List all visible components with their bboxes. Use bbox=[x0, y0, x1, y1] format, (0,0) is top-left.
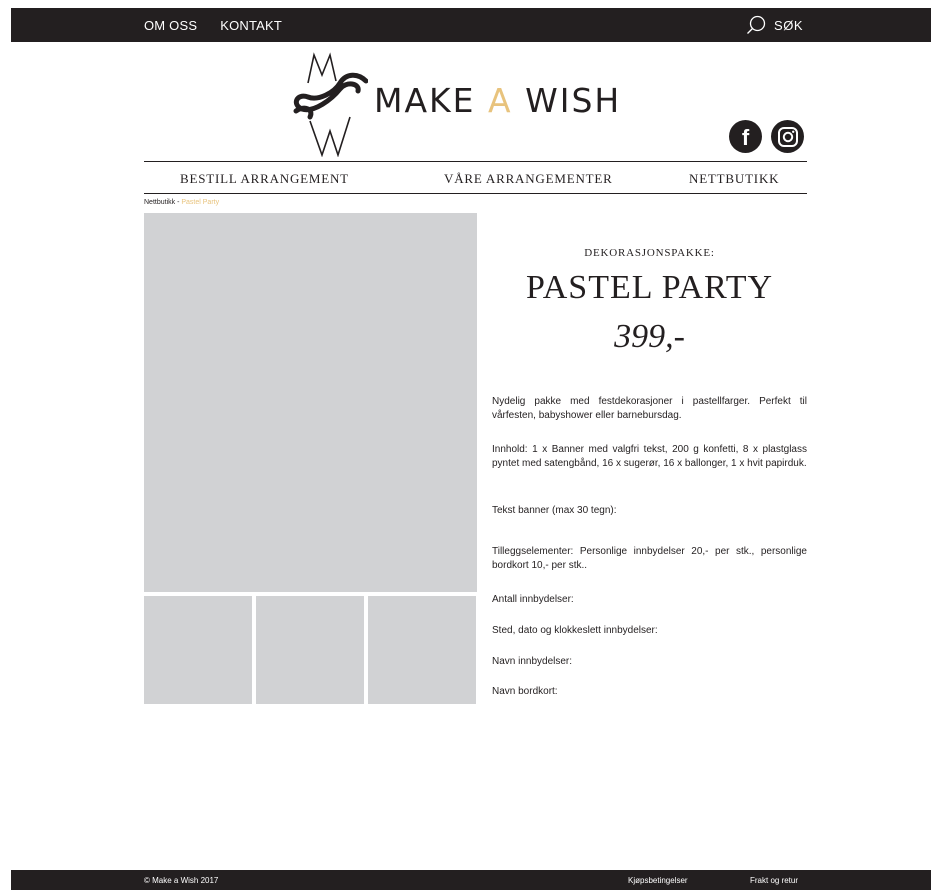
field-navn-innbydelser[interactable]: Navn innbydelser: bbox=[492, 656, 572, 667]
nav-link-om-oss[interactable]: OM OSS bbox=[144, 18, 197, 33]
search-button[interactable]: SØK bbox=[746, 15, 803, 35]
top-bar: OM OSS KONTAKT SØK bbox=[11, 8, 931, 42]
footer-link-frakt-og-retur[interactable]: Frakt og retur bbox=[750, 876, 798, 885]
facebook-icon[interactable]: f bbox=[729, 120, 762, 153]
footer: © Make a Wish 2017 Kjøpsbetingelser Frak… bbox=[11, 870, 931, 890]
footer-link-kjopsbetingelser[interactable]: Kjøpsbetingelser bbox=[628, 876, 688, 885]
top-nav: OM OSS KONTAKT bbox=[144, 18, 282, 33]
banner-text-field[interactable]: Tekst banner (max 30 tegn): bbox=[492, 505, 617, 516]
logo-wordmark: MAKE A WISH bbox=[374, 80, 622, 120]
product-details: DEKORASJONSPAKKE: PASTEL PARTY 399,- bbox=[492, 230, 807, 356]
breadcrumb-current: Pastel Party bbox=[181, 199, 220, 206]
product-thumbnail-3[interactable] bbox=[368, 596, 476, 704]
instagram-icon[interactable] bbox=[771, 120, 804, 153]
main-nav: BESTILL ARRANGEMENT VÅRE ARRANGEMENTER N… bbox=[144, 161, 807, 194]
product-contents: Innhold: 1 x Banner med valgfri tekst, 2… bbox=[492, 444, 807, 469]
product-price: 399,- bbox=[614, 318, 685, 355]
product-main-image[interactable] bbox=[144, 213, 477, 592]
product-thumbnail-1[interactable] bbox=[144, 596, 252, 704]
nav-vare-arrangementer[interactable]: VÅRE ARRANGEMENTER bbox=[444, 171, 613, 187]
product-name: PASTEL PARTY bbox=[525, 269, 774, 306]
breadcrumb-nettbutikk[interactable]: Nettbutikk bbox=[144, 199, 175, 206]
mw-monogram-logo bbox=[293, 52, 368, 157]
nav-nettbutikk[interactable]: NETTBUTIKK bbox=[689, 171, 779, 187]
field-navn-bordkort[interactable]: Navn bordkort: bbox=[492, 686, 558, 697]
search-label: SØK bbox=[774, 17, 803, 33]
field-sted-dato-klokkeslett[interactable]: Sted, dato og klokkeslett innbydelser: bbox=[492, 625, 658, 636]
product-description: Nydelig pakke med festdekorasjoner i pas… bbox=[492, 396, 807, 421]
social-links: f bbox=[729, 120, 804, 153]
site-logo[interactable]: MAKE A WISH bbox=[288, 50, 638, 158]
product-extras: Tilleggselementer: Personlige innbydelse… bbox=[492, 546, 807, 571]
product-thumbnail-2[interactable] bbox=[256, 596, 364, 704]
footer-copyright: © Make a Wish 2017 bbox=[144, 876, 219, 885]
product-category: DEKORASJONSPAKKE: bbox=[584, 247, 715, 259]
nav-bestill-arrangement[interactable]: BESTILL ARRANGEMENT bbox=[180, 171, 349, 187]
nav-link-kontakt[interactable]: KONTAKT bbox=[220, 18, 282, 33]
field-antall-innbydelser[interactable]: Antall innbydelser: bbox=[492, 594, 574, 605]
breadcrumb: Nettbutikk - Pastel Party bbox=[144, 199, 219, 206]
search-icon bbox=[747, 15, 766, 34]
